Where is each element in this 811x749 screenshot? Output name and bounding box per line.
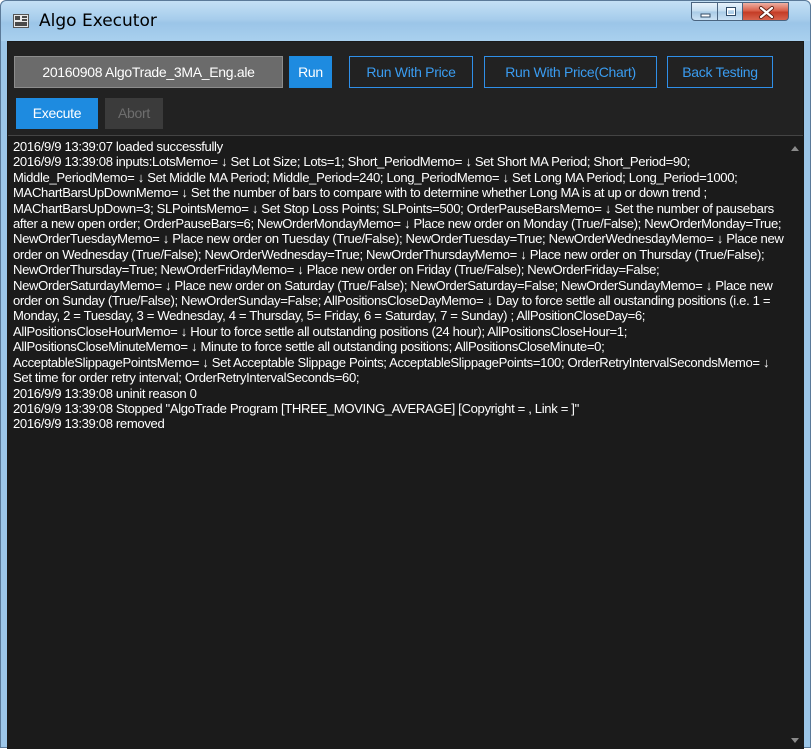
maximize-button[interactable]: [717, 2, 743, 21]
scroll-up-arrow-icon[interactable]: [791, 146, 799, 151]
title-bar[interactable]: Algo Executor: [1, 1, 810, 41]
file-name-button[interactable]: 20160908 AlgoTrade_3MA_Eng.ale: [14, 56, 283, 88]
log-line: 2016/9/9 13:39:08 inputs:LotsMemo= ↓ Set…: [13, 154, 784, 386]
main-panel: 20160908 AlgoTrade_3MA_Eng.ale Run Run W…: [7, 41, 804, 749]
algo-executor-app-icon: [13, 14, 29, 28]
back-testing-button[interactable]: Back Testing: [667, 56, 773, 88]
run-with-price-button[interactable]: Run With Price: [349, 56, 473, 88]
close-button[interactable]: [742, 2, 789, 21]
minimize-button[interactable]: [691, 2, 718, 21]
execute-button[interactable]: Execute: [16, 98, 98, 129]
output-log[interactable]: 2016/9/9 13:39:07 loaded successfully 20…: [8, 135, 803, 749]
algo-executor-window: Algo Executor 20160908 AlgoTrade_3MA_Eng…: [0, 0, 811, 749]
log-line: 2016/9/9 13:39:07 loaded successfully: [13, 139, 223, 154]
abort-button[interactable]: Abort: [105, 98, 163, 129]
close-icon: [759, 6, 774, 19]
log-line: 2016/9/9 13:39:08 removed: [13, 416, 165, 432]
log-text: 2016/9/9 13:39:07 loaded successfully 20…: [13, 139, 788, 432]
minimize-icon: [700, 13, 711, 18]
window-title: Algo Executor: [39, 11, 157, 31]
log-line: 2016/9/9 13:39:08 Stopped "AlgoTrade Pro…: [13, 400, 579, 416]
log-line: 2016/9/9 13:39:08 uninit reason 0: [13, 385, 197, 401]
vertical-scrollbar[interactable]: [787, 136, 803, 749]
run-with-price-chart-button[interactable]: Run With Price(Chart): [484, 56, 657, 88]
maximize-icon: [726, 7, 736, 16]
run-button[interactable]: Run: [289, 56, 332, 88]
scroll-down-arrow-icon[interactable]: [791, 738, 799, 743]
